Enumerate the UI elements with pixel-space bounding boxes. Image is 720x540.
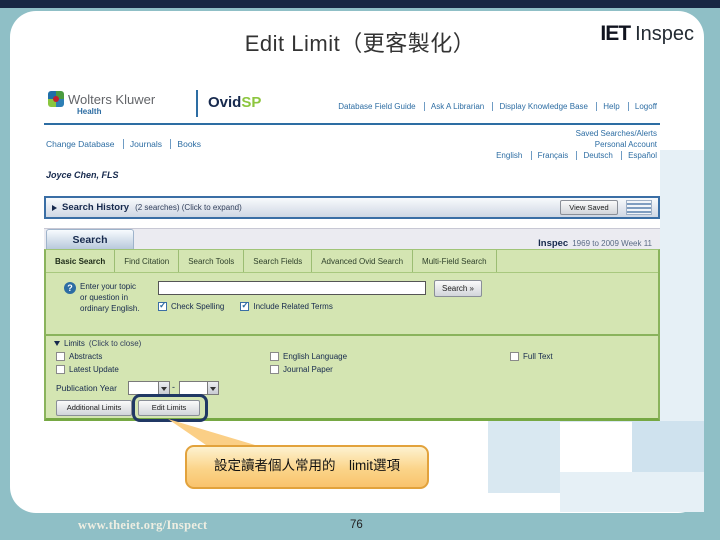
link-help[interactable]: Help	[596, 102, 620, 111]
decor-square	[488, 421, 560, 493]
limit-journal-paper: Journal Paper	[270, 365, 333, 374]
link-change-database[interactable]: Change Database	[46, 139, 115, 149]
full-text-checkbox[interactable]	[510, 352, 519, 361]
link-personal-account[interactable]: Personal Account	[595, 140, 657, 149]
search-prompt: Enter your topic or question in ordinary…	[80, 282, 140, 313]
latest-update-checkbox[interactable]	[56, 365, 65, 374]
nav-links: Change Database Journals Books	[46, 139, 202, 149]
user-name: Joyce Chen, FLS	[46, 170, 119, 180]
help-icon	[64, 282, 76, 294]
limits-title: Limits	[64, 339, 85, 348]
link-deutsch[interactable]: Deutsch	[576, 151, 613, 160]
publication-year-from-select[interactable]	[128, 381, 170, 395]
link-database-field-guide[interactable]: Database Field Guide	[338, 102, 415, 111]
check-spelling-checkbox[interactable]	[158, 300, 167, 311]
limit-abstracts: Abstracts	[56, 352, 102, 361]
tab-find-citation[interactable]: Find Citation	[115, 250, 180, 272]
link-saved-searches[interactable]: Saved Searches/Alerts	[576, 129, 657, 138]
expand-arrow-icon	[52, 204, 57, 211]
limits-header[interactable]: Limits (Click to close)	[54, 339, 141, 348]
top-utility-links: Database Field Guide Ask A Librarian Dis…	[338, 102, 657, 111]
dropdown-arrow-icon[interactable]	[158, 382, 169, 394]
tab-multi-field-search[interactable]: Multi-Field Search	[413, 250, 497, 272]
limit-latest-update: Latest Update	[56, 365, 119, 374]
inspec-logo-text: Inspec	[635, 23, 694, 45]
limits-meta: (Click to close)	[88, 339, 142, 348]
callout-note: 設定讀者個人常用的 limit選項	[185, 445, 429, 489]
limit-english-language: English Language	[270, 352, 347, 361]
search-panel-header: Search Inspec 1969 to 2009 Week 11	[44, 228, 660, 250]
year-range-separator: -	[172, 382, 175, 392]
page-number: 76	[350, 519, 363, 531]
wolters-kluwer-logo-icon	[48, 91, 64, 107]
search-history-meta: (2 searches) (Click to expand)	[135, 203, 242, 212]
collapse-arrow-icon	[54, 341, 60, 346]
limits-section: Limits (Click to close) Abstracts Latest…	[46, 336, 658, 422]
search-panel-body: Basic Search Find Citation Search Tools …	[44, 249, 660, 422]
tab-search[interactable]: Search	[46, 229, 134, 250]
search-options: Check Spelling Include Related Terms	[158, 300, 349, 311]
wolters-kluwer-name: Wolters Kluwer	[68, 92, 156, 107]
search-button[interactable]: Search »	[434, 280, 482, 297]
link-ask-a-librarian[interactable]: Ask A Librarian	[423, 102, 485, 111]
search-input[interactable]	[158, 281, 426, 295]
search-history-title: Search History	[62, 202, 130, 213]
limit-full-text: Full Text	[510, 352, 553, 361]
ovid-text: Ovid	[208, 94, 242, 111]
link-journals[interactable]: Journals	[122, 139, 163, 149]
include-related-terms-label: Include Related Terms	[253, 302, 333, 311]
header-rule	[44, 123, 660, 125]
link-espanol[interactable]: Español	[621, 151, 657, 160]
abstracts-checkbox[interactable]	[56, 352, 65, 361]
database-name: Inspec	[538, 238, 569, 249]
decor-square	[560, 472, 704, 512]
search-mode-tabs: Basic Search Find Citation Search Tools …	[46, 250, 658, 273]
english-language-checkbox[interactable]	[270, 352, 279, 361]
footer-url: www.theiet.org/Inspect	[78, 518, 208, 532]
database-range: 1969 to 2009 Week 11	[572, 239, 652, 248]
link-francais[interactable]: Français	[530, 151, 569, 160]
collapse-stripes-icon[interactable]	[626, 200, 652, 215]
publication-year-label: Publication Year	[56, 383, 117, 393]
journal-paper-checkbox[interactable]	[270, 365, 279, 374]
brand-divider	[196, 90, 198, 117]
sp-text: SP	[241, 94, 262, 111]
tab-advanced-ovid-search[interactable]: Advanced Ovid Search	[312, 250, 414, 272]
link-logoff[interactable]: Logoff	[627, 102, 657, 111]
include-related-terms-checkbox[interactable]	[240, 300, 250, 311]
ovidsp-screenshot: Wolters Kluwer Health OvidSP Database Fi…	[44, 85, 660, 422]
check-spelling-label: Check Spelling	[171, 302, 225, 311]
ovidsp-logo: OvidSP	[208, 94, 261, 111]
view-saved-button[interactable]: View Saved	[560, 200, 618, 215]
additional-limits-button[interactable]: Additional Limits	[56, 400, 132, 416]
basic-search-area: Enter your topic or question in ordinary…	[46, 274, 658, 334]
edit-limits-highlight-ring	[132, 394, 208, 422]
health-label: Health	[77, 107, 102, 116]
search-history-bar[interactable]: Search History (2 searches) (Click to ex…	[44, 196, 660, 219]
iet-logo-text: IET	[600, 22, 631, 45]
slide-top-border	[0, 0, 720, 8]
tab-search-tools[interactable]: Search Tools	[179, 250, 245, 272]
link-english[interactable]: English	[496, 151, 522, 160]
tab-search-fields[interactable]: Search Fields	[244, 250, 313, 272]
link-display-knowledge-base[interactable]: Display Knowledge Base	[492, 102, 588, 111]
dropdown-arrow-icon[interactable]	[207, 382, 218, 394]
link-books[interactable]: Books	[170, 139, 202, 149]
tab-basic-search[interactable]: Basic Search	[46, 250, 116, 272]
iet-inspec-logo: IET Inspec	[600, 22, 694, 46]
publication-year-to-select[interactable]	[179, 381, 219, 395]
language-links: English Français Deutsch Español	[496, 151, 657, 160]
